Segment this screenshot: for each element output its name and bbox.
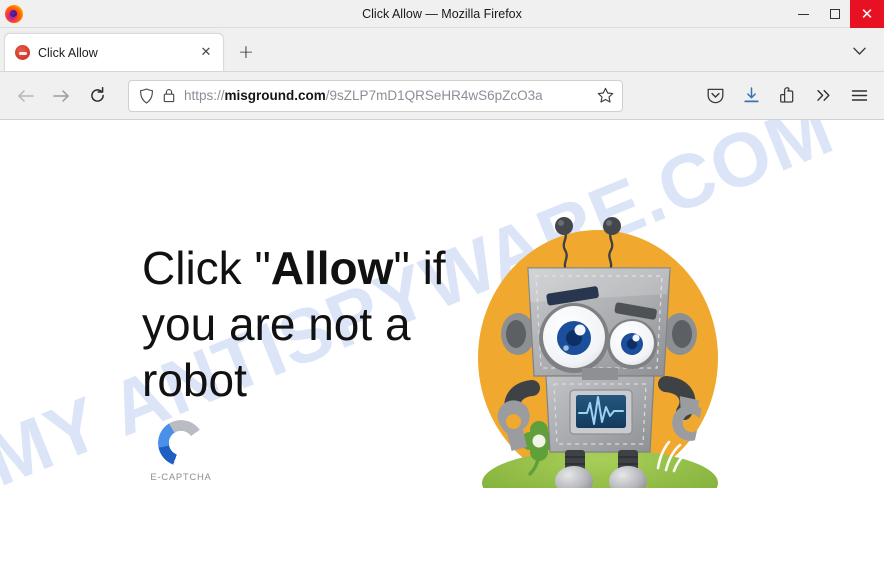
window-title: Click Allow — Mozilla Firefox [362,6,522,21]
overflow-chevrons-icon[interactable] [808,81,838,111]
headline-emphasis: Allow [270,242,394,294]
minimize-button[interactable] [788,0,819,28]
tab-strip: Click Allow ✕ + [0,28,884,72]
maximize-button[interactable] [819,0,850,28]
close-icon: ✕ [860,4,874,23]
downloads-icon[interactable] [736,81,766,111]
tracking-protection-shield-icon[interactable] [139,87,154,104]
navigation-toolbar: https://misground.com/9sZLP7mD1QRSeHR4wS… [0,72,884,120]
pocket-icon[interactable] [700,81,730,111]
e-captcha-branding: E-CAPTCHA [146,420,216,483]
reload-button[interactable] [80,79,114,113]
address-bar[interactable]: https://misground.com/9sZLP7mD1QRSeHR4wS… [128,79,623,112]
list-all-tabs-button[interactable] [844,35,874,67]
close-button[interactable]: ✕ [850,0,884,28]
tab-favicon-icon [15,45,30,60]
arrow-left-icon [17,89,34,102]
reload-icon [90,86,104,102]
forward-button[interactable] [44,79,78,113]
browser-tab[interactable]: Click Allow ✕ [4,33,224,71]
app-menu-icon[interactable] [844,81,874,111]
tab-close-icon[interactable]: ✕ [197,44,215,62]
star-icon[interactable] [597,87,614,104]
arrow-right-icon [52,89,69,102]
e-captcha-c-logo-icon [158,420,204,466]
toolbar-right-icons [700,81,876,111]
new-tab-button[interactable]: + [230,36,262,68]
browser-window: Click Allow — Mozilla Firefox ✕ Click Al… [0,0,884,588]
headline-before: Click " [142,242,271,294]
page-content: MY ANTISPYWARE.COM Click "Allow" if you … [0,120,884,588]
window-controls: ✕ [788,0,884,28]
firefox-logo-icon [5,4,23,23]
title-bar: Click Allow — Mozilla Firefox ✕ [0,0,884,28]
e-captcha-label: E-CAPTCHA [150,472,212,483]
chevron-down-icon [852,47,866,55]
back-button[interactable] [8,79,42,113]
page-headline: Click "Allow" if you are not a robot [142,240,462,408]
connection-lock-icon[interactable] [163,88,175,103]
url-host: misground.com [224,88,326,103]
url-path: /9sZLP7mD1QRSeHR4wS6pZcO3a [325,88,543,103]
cartoon-robot-illustration [470,198,730,517]
account-icon[interactable] [772,81,802,111]
url-scheme: https:// [184,88,225,103]
url-text[interactable]: https://misground.com/9sZLP7mD1QRSeHR4wS… [184,88,588,103]
tab-title: Click Allow [38,45,98,60]
